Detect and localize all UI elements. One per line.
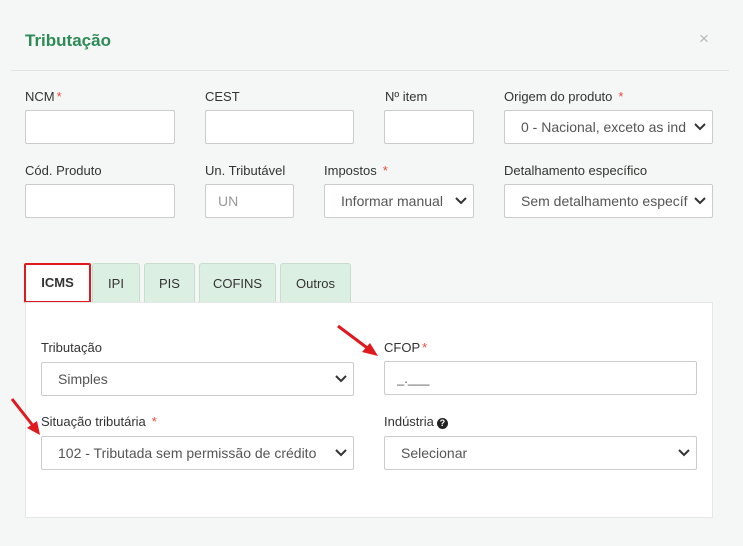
tributacao-modal: Tributação × NCM * CEST Nº item Origem do… — [0, 0, 743, 546]
annotation-arrows — [10, 324, 378, 435]
red-arrow-cfop — [337, 324, 378, 356]
red-arrow-situacao — [10, 398, 40, 435]
